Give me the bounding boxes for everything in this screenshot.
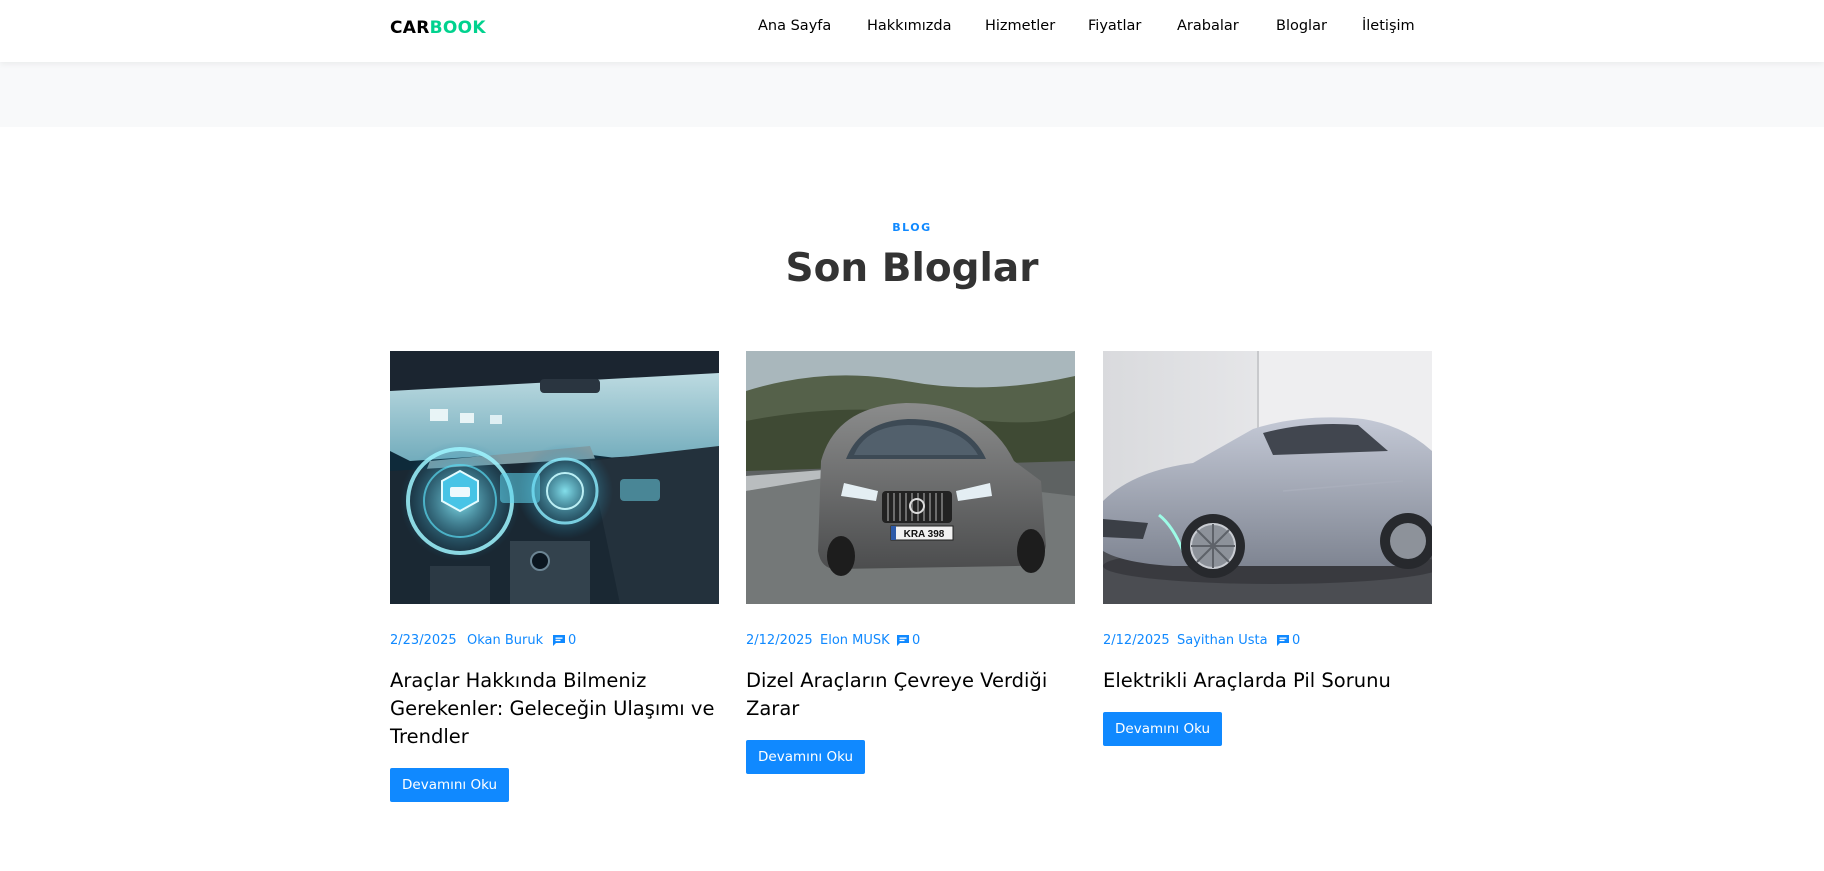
comment-count[interactable]: 0 (568, 633, 576, 648)
post-author[interactable]: Okan Buruk (467, 633, 543, 648)
post-date[interactable]: 2/12/2025 (746, 633, 813, 648)
blog-image-car-interior[interactable] (390, 351, 719, 604)
chat-bubble-icon (1277, 635, 1289, 646)
comment-count[interactable]: 0 (912, 633, 920, 648)
blog-card: KRA 398 2/12/2025 Elon MUSK 0 Dizel Araç… (746, 351, 1075, 774)
blog-meta: 2/12/2025 Elon MUSK 0 (746, 633, 1075, 651)
post-date[interactable]: 2/12/2025 (1103, 633, 1170, 648)
blog-card: 2/23/2025 Okan Buruk 0 Araçlar Hakkında … (390, 351, 719, 802)
blog-meta: 2/12/2025 Sayithan Usta 0 (1103, 633, 1432, 651)
chat-bubble-icon (897, 635, 909, 646)
post-title[interactable]: Elektrikli Araçlarda Pil Sorunu (1103, 667, 1432, 695)
comment-count[interactable]: 0 (1292, 633, 1300, 648)
section-subheading: BLOG (892, 221, 932, 234)
blog-card: 2/12/2025 Sayithan Usta 0 Elektrikli Ara… (1103, 351, 1432, 746)
car-interior-illustration (390, 351, 719, 604)
electric-car-illustration (1103, 351, 1432, 604)
nav-item-fiyatlar[interactable]: Fiyatlar (1088, 18, 1141, 34)
post-title[interactable]: Dizel Araçların Çevreye Verdiği Zarar (746, 667, 1075, 723)
nav-item-ana-sayfa[interactable]: Ana Sayfa (758, 18, 831, 34)
post-author[interactable]: Sayithan Usta (1177, 633, 1268, 648)
read-more-button[interactable]: Devamını Oku (746, 740, 866, 774)
blog-image-diesel-car[interactable]: KRA 398 (746, 351, 1075, 604)
read-more-button[interactable]: Devamını Oku (1103, 712, 1223, 746)
hero-band (0, 62, 1824, 127)
post-title[interactable]: Araçlar Hakkında Bilmeniz Gerekenler: Ge… (390, 667, 719, 751)
section-title: Son Bloglar (785, 246, 1039, 291)
nav-item-hakkimizda[interactable]: Hakkımızda (867, 18, 951, 34)
post-author[interactable]: Elon MUSK (820, 633, 890, 648)
nav-item-hizmetler[interactable]: Hizmetler (985, 18, 1055, 34)
post-date[interactable]: 2/23/2025 (390, 633, 457, 648)
volvo-car-illustration: KRA 398 (746, 351, 1075, 604)
blog-meta: 2/23/2025 Okan Buruk 0 (390, 633, 719, 651)
nav-item-arabalar[interactable]: Arabalar (1177, 18, 1239, 34)
nav-item-bloglar[interactable]: Bloglar (1276, 18, 1327, 34)
nav-menu: Ana Sayfa Hakkımızda Hizmetler Fiyatlar … (0, 18, 1824, 40)
license-plate: KRA 398 (904, 529, 945, 540)
chat-bubble-icon (553, 635, 565, 646)
navbar: CARBOOK Ana Sayfa Hakkımızda Hizmetler F… (0, 0, 1824, 62)
read-more-button[interactable]: Devamını Oku (390, 768, 510, 802)
blog-image-electric-car[interactable] (1103, 351, 1432, 604)
nav-item-iletisim[interactable]: İletişim (1362, 18, 1415, 34)
